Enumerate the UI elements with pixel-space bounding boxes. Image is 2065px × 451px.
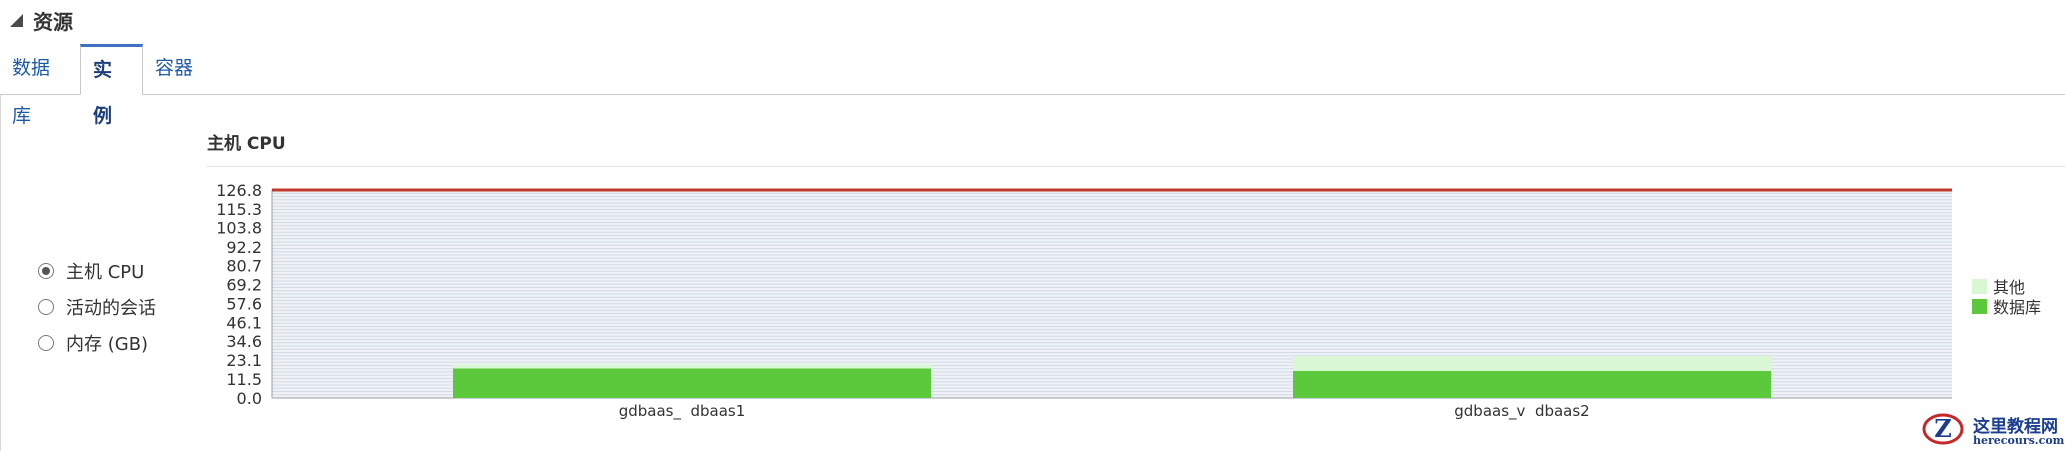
bar-segment bbox=[1293, 356, 1771, 371]
radio-label: 内存 (GB) bbox=[66, 334, 149, 355]
tab-databases[interactable]: 数据库 bbox=[0, 44, 78, 127]
y-tick-label: 0.0 bbox=[237, 389, 262, 408]
legend-swatch-database bbox=[1972, 298, 1987, 314]
y-tick-label: 103.8 bbox=[216, 219, 262, 238]
svg-text:Z: Z bbox=[1934, 414, 1952, 443]
tab-bar: 数据库 实例 容器 bbox=[0, 44, 2065, 127]
y-tick-label: 92.2 bbox=[226, 238, 262, 257]
section-title: 资源 bbox=[33, 9, 73, 34]
radio-label: 活动的会话 bbox=[66, 298, 156, 319]
bar-segment bbox=[453, 368, 931, 398]
chart-title: 主机 CPU bbox=[207, 134, 286, 154]
triangle-collapse-icon[interactable] bbox=[10, 13, 23, 27]
y-tick-label: 80.7 bbox=[226, 257, 262, 276]
divider bbox=[207, 166, 2065, 167]
x-category-label: gdbaas_ dbaas1 bbox=[619, 402, 746, 420]
section-header[interactable]: 资源 bbox=[10, 6, 73, 34]
legend-label-database: 数据库 bbox=[1993, 298, 2042, 317]
y-tick-label: 11.5 bbox=[226, 370, 262, 389]
watermark-logo-icon: Z bbox=[1922, 413, 1964, 445]
radio-button[interactable] bbox=[38, 263, 54, 279]
y-tick-label: 46.1 bbox=[226, 313, 262, 332]
bar-segment bbox=[453, 364, 931, 369]
legend-item-other: 其他 bbox=[1972, 276, 2041, 297]
legend-swatch-other bbox=[1972, 278, 1987, 294]
tab-containers[interactable]: 容器 bbox=[143, 44, 209, 92]
y-tick-label: 115.3 bbox=[216, 200, 262, 219]
radio-host-cpu[interactable]: 主机 CPU bbox=[38, 253, 156, 289]
radio-active-sessions[interactable]: 活动的会话 bbox=[38, 289, 156, 325]
site-watermark: Z 这里教程网 herecours.com bbox=[1915, 409, 2065, 451]
chart-legend: 其他 数据库 bbox=[1972, 276, 2042, 317]
y-tick-label: 23.1 bbox=[226, 351, 262, 370]
y-tick-label: 34.6 bbox=[226, 332, 262, 351]
host-cpu-chart: 0.011.523.134.646.157.669.280.792.2103.8… bbox=[216, 181, 1952, 420]
bar-segment bbox=[1293, 370, 1771, 398]
radio-memory[interactable]: 内存 (GB) bbox=[38, 325, 156, 361]
legend-item-database: 数据库 bbox=[1972, 296, 2042, 317]
radio-button[interactable] bbox=[38, 335, 54, 351]
radio-label: 主机 CPU bbox=[66, 262, 145, 283]
y-tick-label: 126.8 bbox=[216, 181, 262, 200]
watermark-url: herecours.com bbox=[1973, 434, 2065, 447]
y-tick-label: 69.2 bbox=[226, 275, 262, 294]
radio-button[interactable] bbox=[38, 299, 54, 315]
metric-radio-group: 主机 CPU 活动的会话 内存 (GB) bbox=[38, 253, 156, 361]
y-tick-label: 57.6 bbox=[226, 295, 262, 314]
x-category-label: gdbaas_v dbaas2 bbox=[1454, 402, 1589, 420]
tab-instances[interactable]: 实例 bbox=[80, 44, 143, 127]
